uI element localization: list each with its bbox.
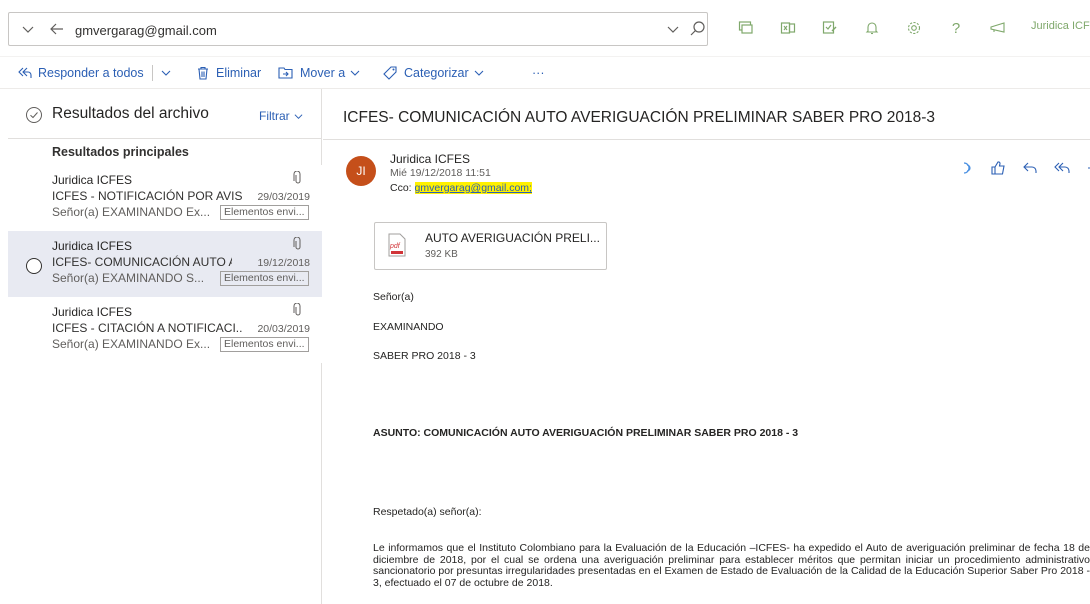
sender-name: Juridica ICFES [52, 173, 133, 187]
bcc-recipient[interactable]: gmvergarag@gmail.com; [414, 182, 532, 194]
sender-name[interactable]: Juridica ICFES [390, 152, 470, 166]
message-subject: ICFES- COMUNICACIÓN AUTO A... [52, 255, 232, 269]
reply-all-label: Responder a todos [38, 66, 144, 80]
attachment-size: 392 KB [425, 249, 458, 260]
list-item-selected[interactable]: Juridica ICFES ICFES- COMUNICACIÓN AUTO … [8, 231, 322, 297]
to-do-icon[interactable] [820, 18, 840, 38]
chevron-down-icon [474, 70, 484, 76]
select-checkbox[interactable] [25, 257, 43, 275]
filter-button[interactable]: Filtrar [259, 109, 303, 123]
body-greeting: Respetado(a) señor(a): [373, 506, 482, 518]
back-arrow-icon[interactable] [49, 21, 65, 37]
notifications-bell-icon[interactable] [862, 18, 882, 38]
results-header: Resultados del archivo Filtrar [8, 89, 322, 139]
divider [151, 65, 153, 81]
like-icon[interactable] [989, 159, 1007, 177]
message-date: 20/03/2019 [257, 323, 310, 335]
paperclip-icon [292, 236, 304, 251]
filter-label: Filtrar [259, 109, 290, 123]
bcc-label: Cco: [390, 182, 412, 194]
attachment-name: AUTO AVERIGUACIÓN PRELI... [425, 231, 600, 245]
folder-badge: Elementos envi... [220, 205, 309, 220]
account-name[interactable]: Juridica ICF [1031, 20, 1090, 32]
list-item[interactable]: Juridica ICFES ICFES - NOTIFICACIÓN POR … [8, 165, 322, 231]
sender-name: Juridica ICFES [52, 239, 133, 253]
chevron-down-icon [294, 113, 303, 119]
message-date: 19/12/2018 [257, 257, 310, 269]
categorize-label: Categorizar [404, 66, 469, 80]
help-icon[interactable]: ? [946, 18, 966, 38]
feedback-megaphone-icon[interactable] [988, 18, 1008, 38]
svg-text:pdf: pdf [389, 243, 401, 250]
message-date: Mié 19/12/2018 11:51 [390, 167, 491, 179]
move-to-button[interactable]: Mover a [278, 64, 366, 82]
reading-pane: ICFES- COMUNICACIÓN AUTO AVERIGUACIÓN PR… [323, 89, 1090, 604]
immersive-reader-icon[interactable] [957, 159, 975, 177]
message-subject: ICFES - CITACIÓN A NOTIFICACI... [52, 321, 242, 335]
message-preview: Señor(a) EXAMINANDO Ex... [52, 205, 211, 219]
bcc-line: Cco: gmvergarag@gmail.com; [390, 182, 532, 194]
reply-all-button[interactable]: Responder a todos [16, 64, 177, 82]
folder-move-icon [278, 67, 293, 79]
body-paragraph: Le informamos que el Instituto Colombian… [373, 542, 1090, 589]
skype-chat-icon[interactable] [736, 18, 756, 38]
message-subject: ICFES - NOTIFICACIÓN POR AVISO [52, 189, 242, 203]
top-bar: ? Juridica ICF [0, 0, 1090, 57]
body-subject-line: ASUNTO: COMUNICACIÓN AUTO AVERIGUACIÓN P… [373, 427, 799, 439]
reply-icon[interactable] [1021, 159, 1039, 177]
gear-icon[interactable] [904, 18, 924, 38]
search-icon[interactable] [689, 19, 707, 39]
divider [323, 139, 1090, 140]
folder-badge: Elementos envi... [220, 337, 309, 352]
body-line: Señor(a) [373, 291, 414, 303]
message-preview: Señor(a) EXAMINANDO S... [52, 271, 205, 285]
attachment-card[interactable]: pdf AUTO AVERIGUACIÓN PRELI... 392 KB [374, 222, 607, 270]
command-bar: Responder a todos Eliminar Mover a Categ… [0, 57, 1090, 89]
list-item[interactable]: Juridica ICFES ICFES - CITACIÓN A NOTIFI… [8, 297, 322, 363]
delete-button[interactable]: Eliminar [196, 64, 261, 82]
move-to-label: Mover a [300, 66, 346, 80]
reply-all-icon[interactable] [1053, 159, 1071, 177]
search-input[interactable] [75, 19, 575, 41]
results-title: Resultados del archivo [52, 105, 209, 122]
paperclip-icon [292, 170, 304, 185]
select-all-checkbox[interactable] [25, 106, 43, 124]
forward-icon[interactable] [1085, 159, 1090, 177]
chevron-down-icon[interactable] [21, 21, 35, 37]
avatar[interactable]: JI [346, 156, 376, 186]
search-results-pane: Resultados del archivo Filtrar Resultado… [8, 89, 322, 604]
trash-icon [198, 66, 208, 80]
office-apps-icon[interactable] [778, 18, 798, 38]
pdf-file-icon: pdf [388, 233, 406, 257]
search-scope-chevron-icon[interactable] [666, 21, 680, 37]
message-date: 29/03/2019 [257, 191, 310, 203]
chevron-down-icon [350, 70, 360, 76]
message-title: ICFES- COMUNICACIÓN AUTO AVERIGUACIÓN PR… [343, 109, 935, 126]
paperclip-icon [292, 302, 304, 317]
chevron-down-icon[interactable] [161, 68, 171, 78]
delete-label: Eliminar [216, 66, 262, 80]
reply-all-icon [18, 67, 32, 78]
body-line: SABER PRO 2018 - 3 [373, 350, 476, 362]
message-preview: Señor(a) EXAMINANDO Ex... [52, 337, 211, 351]
body-line: EXAMINANDO [373, 321, 444, 333]
search-box[interactable] [8, 12, 708, 46]
more-actions-button[interactable]: ··· [532, 64, 545, 82]
sender-name: Juridica ICFES [52, 305, 133, 319]
message-actions [957, 159, 1090, 177]
more-label: ··· [532, 66, 545, 80]
categorize-button[interactable]: Categorizar [383, 64, 490, 82]
folder-badge: Elementos envi... [220, 271, 309, 286]
tag-icon [383, 66, 397, 80]
section-header: Resultados principales [52, 145, 189, 159]
